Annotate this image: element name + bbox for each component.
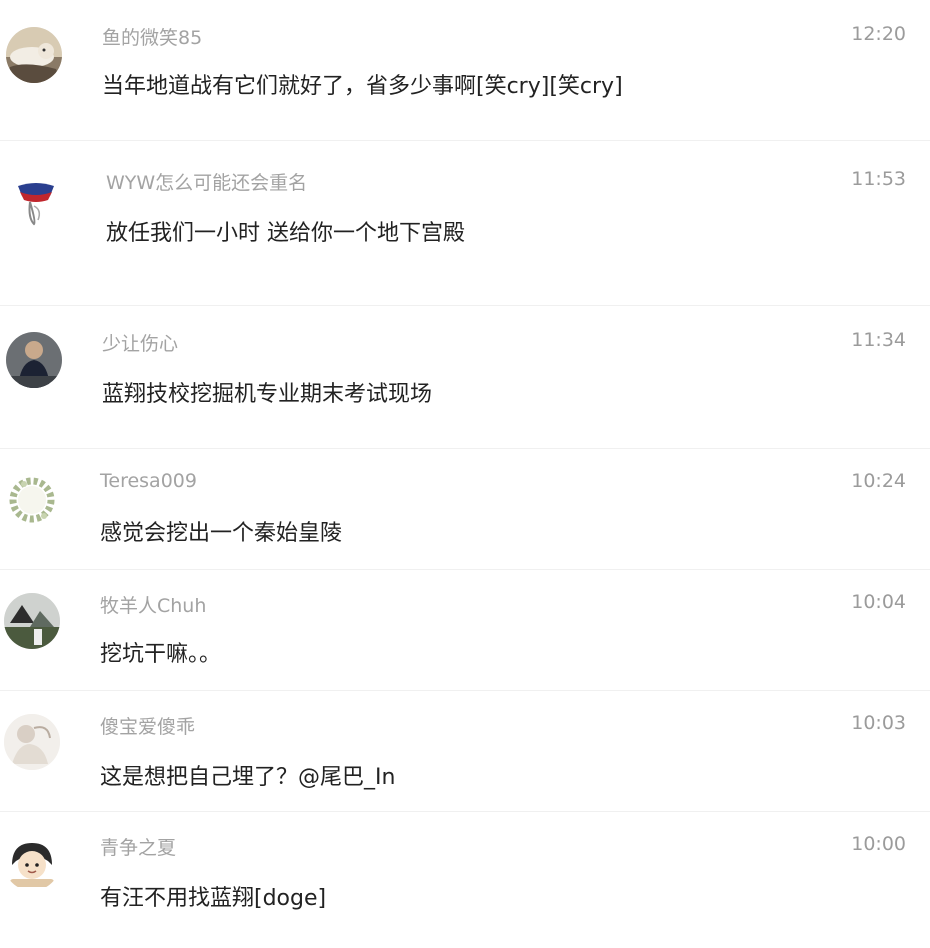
wreath-avatar-icon bbox=[4, 472, 60, 528]
timestamp: 11:34 bbox=[851, 329, 906, 351]
user-avatar[interactable] bbox=[4, 714, 60, 770]
comment-item[interactable]: 鱼的微笑85 12:20 当年地道战有它们就好了，省多少事啊[笑cry][笑cr… bbox=[0, 0, 930, 140]
timestamp: 11:53 bbox=[851, 168, 906, 190]
username[interactable]: 鱼的微笑85 bbox=[102, 23, 202, 50]
comment-text: 这是想把自己埋了？@尾巴_In bbox=[100, 765, 396, 790]
user-avatar[interactable] bbox=[4, 472, 60, 528]
username[interactable]: Teresa009 bbox=[100, 470, 197, 492]
username[interactable]: 傻宝爱傻乖 bbox=[100, 712, 195, 739]
comment-text: 有汪不用找蓝翔[doge] bbox=[100, 886, 327, 911]
user-avatar[interactable] bbox=[4, 593, 60, 649]
doodle-figure-avatar-icon bbox=[8, 172, 64, 228]
username[interactable]: 青争之夏 bbox=[100, 833, 176, 860]
comment-text: 感觉会挖出一个秦始皇陵 bbox=[100, 521, 343, 546]
dark-photo-avatar-icon bbox=[6, 332, 62, 388]
timestamp: 12:20 bbox=[851, 23, 906, 45]
comment-item[interactable]: Teresa009 10:24 感觉会挖出一个秦始皇陵 bbox=[0, 448, 930, 568]
comment-item[interactable]: WYW怎么可能还会重名 11:53 放任我们一小时 送给你一个地下宫殿 bbox=[0, 140, 930, 270]
username[interactable]: 牧羊人Chuh bbox=[100, 591, 206, 618]
username[interactable]: 少让伤心 bbox=[102, 329, 178, 356]
comment-text: 挖坑干嘛。。 bbox=[100, 642, 222, 667]
comment-text: 放任我们一小时 送给你一个地下宫殿 bbox=[106, 221, 465, 246]
cartoon-girl-avatar-icon bbox=[4, 835, 60, 891]
user-avatar[interactable] bbox=[6, 332, 62, 388]
comment-item[interactable]: 牧羊人Chuh 10:04 挖坑干嘛。。 bbox=[0, 569, 930, 689]
comment-item[interactable]: 少让伤心 11:34 蓝翔技校挖掘机专业期末考试现场 bbox=[0, 305, 930, 435]
timestamp: 10:04 bbox=[851, 591, 906, 613]
timestamp: 10:24 bbox=[851, 470, 906, 492]
comment-text: 当年地道战有它们就好了，省多少事啊[笑cry][笑cry] bbox=[102, 74, 623, 99]
username[interactable]: WYW怎么可能还会重名 bbox=[106, 168, 307, 195]
user-avatar[interactable] bbox=[8, 172, 64, 228]
timestamp: 10:03 bbox=[851, 712, 906, 734]
comment-text: 蓝翔技校挖掘机专业期末考试现场 bbox=[102, 382, 433, 407]
pale-sketch-avatar-icon bbox=[4, 714, 60, 770]
user-avatar[interactable] bbox=[4, 835, 60, 891]
landscape-avatar-icon bbox=[4, 593, 60, 649]
comment-feed: 鱼的微笑85 12:20 当年地道战有它们就好了，省多少事啊[笑cry][笑cr… bbox=[0, 0, 930, 948]
cat-lying-avatar-icon bbox=[6, 27, 62, 83]
timestamp: 10:00 bbox=[851, 833, 906, 855]
comment-item[interactable]: 傻宝爱傻乖 10:03 这是想把自己埋了？@尾巴_In bbox=[0, 690, 930, 810]
comment-item[interactable]: 青争之夏 10:00 有汪不用找蓝翔[doge] bbox=[0, 811, 930, 948]
user-avatar[interactable] bbox=[6, 27, 62, 83]
